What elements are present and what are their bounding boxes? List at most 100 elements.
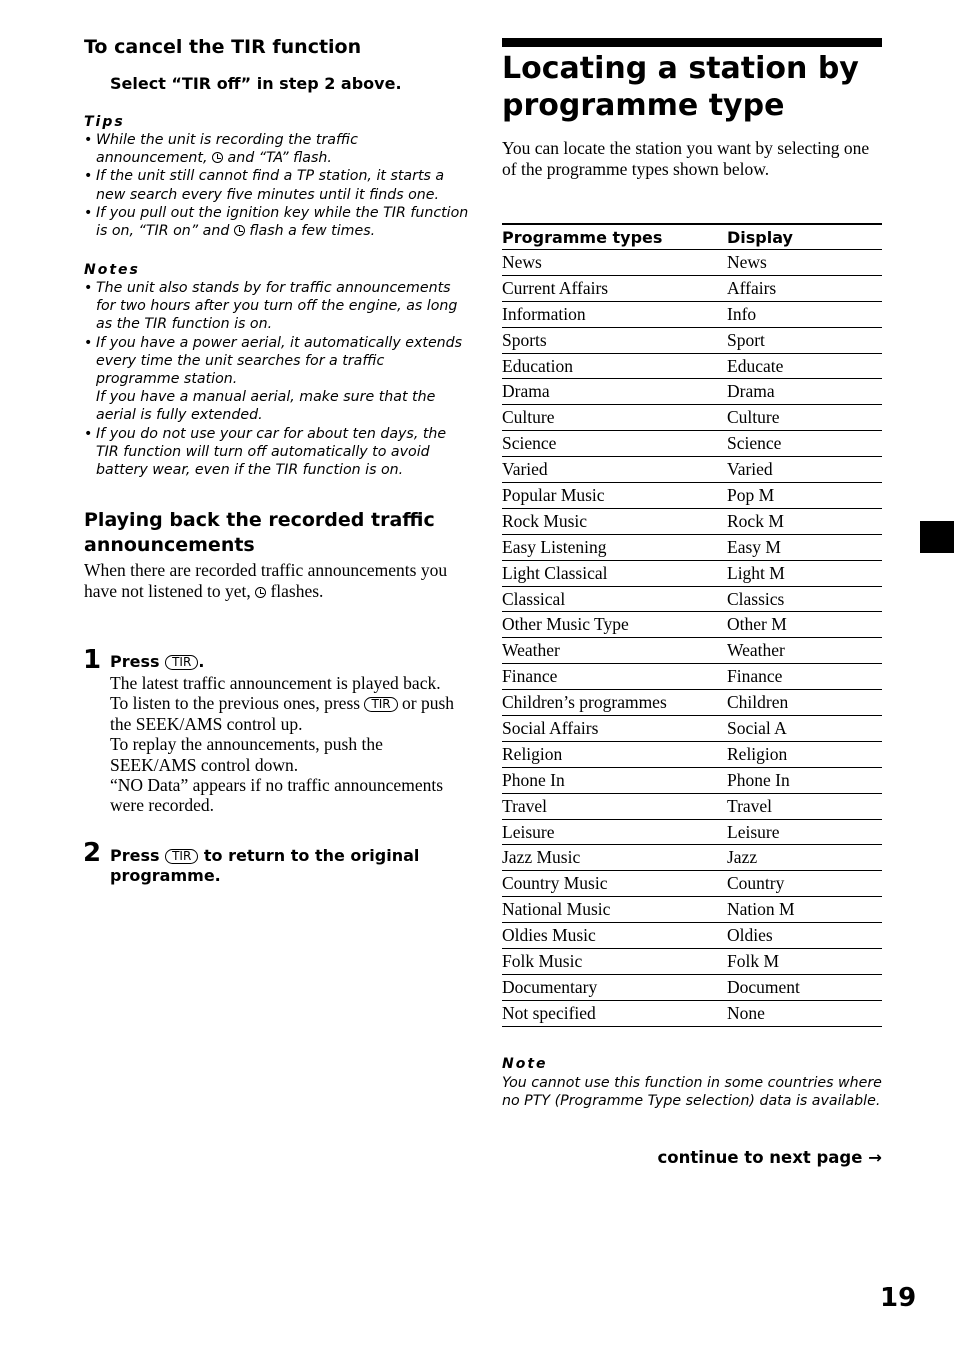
- table-row: Education Educate: [502, 353, 882, 380]
- table-row: Religion Religion: [502, 741, 882, 768]
- table-header-row: Programme types Display: [502, 224, 882, 250]
- programme-type-cell: Country Music: [502, 870, 727, 898]
- table-row: Not specified None: [502, 1000, 882, 1027]
- programme-type-cell: Weather: [502, 637, 727, 665]
- table-row: Folk Music Folk M: [502, 948, 882, 975]
- table-row: Documentary Document: [502, 974, 882, 1001]
- table-row: Drama Drama: [502, 378, 882, 406]
- display-cell: Children: [727, 689, 882, 717]
- table-row: Classical Classics: [502, 586, 882, 613]
- page-number: 19: [880, 1283, 917, 1313]
- table-row: Country Music Country: [502, 870, 882, 898]
- table-row: Phone In Phone In: [502, 767, 882, 794]
- section-title-bar: [502, 38, 882, 47]
- display-cell: Sport: [727, 327, 882, 354]
- display-cell: Science: [727, 430, 882, 458]
- column-header-display: Display: [727, 224, 882, 250]
- note-item: • If you have a power aerial, it automati…: [84, 334, 463, 424]
- display-cell: Varied: [727, 456, 882, 484]
- display-cell: Classics: [727, 586, 882, 613]
- note-item: • The unit also stands by for traffic ann…: [84, 280, 458, 333]
- table-row: Sports Sport: [502, 327, 882, 354]
- display-cell: Phone In: [727, 767, 882, 794]
- table-row: Leisure Leisure: [502, 819, 882, 846]
- step1-instruction: Press TIR.: [110, 652, 205, 671]
- tip-item: • If you pull out the ignition key while …: [84, 204, 469, 240]
- programme-type-cell: Leisure: [502, 819, 727, 846]
- display-cell: Light M: [727, 560, 882, 587]
- tips-label: Tips: [84, 114, 125, 130]
- display-cell: Finance: [727, 663, 882, 691]
- display-cell: Leisure: [727, 819, 882, 846]
- tir-button-icon: TIR: [165, 849, 199, 864]
- table-row: Jazz Music Jazz: [502, 844, 882, 872]
- cancel-tir-heading: To cancel the TIR function: [84, 36, 362, 58]
- column-header-programme-types: Programme types: [502, 224, 727, 250]
- display-cell: Educate: [727, 353, 882, 380]
- clock-icon: [233, 225, 245, 237]
- programme-type-cell: Varied: [502, 456, 727, 484]
- table-row: Popular Music Pop M: [502, 482, 882, 509]
- notes-list: • The unit also stands by for traffic ann…: [84, 279, 469, 479]
- note-label: Note: [502, 1056, 548, 1072]
- programme-type-cell: Documentary: [502, 974, 727, 1001]
- page-title: Locating a station by programme type: [502, 51, 859, 123]
- programme-type-cell: Drama: [502, 378, 727, 406]
- table-row: Finance Finance: [502, 663, 882, 691]
- tir-button-icon: TIR: [364, 697, 398, 713]
- display-cell: Info: [727, 301, 882, 328]
- tip-item: • While the unit is recording the traffic…: [84, 132, 358, 167]
- notes-label: Notes: [84, 262, 140, 278]
- step-number: 2: [83, 838, 102, 868]
- programme-type-cell: Children’s programmes: [502, 689, 727, 717]
- display-cell: Other M: [727, 611, 882, 639]
- programme-type-cell: Culture: [502, 404, 727, 432]
- programme-type-cell: Other Music Type: [502, 611, 727, 639]
- table-row: Science Science: [502, 430, 882, 458]
- table-row: Current Affairs Affairs: [502, 275, 882, 302]
- display-cell: Affairs: [727, 275, 882, 302]
- programme-type-cell: Oldies Music: [502, 922, 727, 950]
- display-cell: Jazz: [727, 844, 882, 872]
- display-cell: Nation M: [727, 896, 882, 924]
- programme-type-cell: Not specified: [502, 1000, 727, 1027]
- programme-type-cell: Religion: [502, 741, 727, 768]
- display-cell: Folk M: [727, 948, 882, 975]
- step2-instruction: Press TIR to return to the original prog…: [110, 846, 420, 885]
- programme-type-cell: Sports: [502, 327, 727, 354]
- display-cell: Religion: [727, 741, 882, 768]
- display-cell: Travel: [727, 793, 882, 820]
- programme-type-cell: Finance: [502, 663, 727, 691]
- display-cell: Social A: [727, 715, 882, 742]
- display-cell: Pop M: [727, 482, 882, 509]
- table-row: Easy Listening Easy M: [502, 534, 882, 561]
- table-row: Culture Culture: [502, 404, 882, 432]
- display-cell: Document: [727, 974, 882, 1001]
- table-row: Light Classical Light M: [502, 560, 882, 587]
- playback-heading: Playing back the recorded traffic announ…: [84, 509, 435, 556]
- table-row: Information Info: [502, 301, 882, 328]
- programme-types-table: Programme types Display News News Current …: [502, 223, 882, 1027]
- programme-type-cell: Travel: [502, 793, 727, 820]
- display-cell: Rock M: [727, 508, 882, 535]
- table-row: Varied Varied: [502, 456, 882, 484]
- programme-type-cell: Easy Listening: [502, 534, 727, 561]
- table-row: Oldies Music Oldies: [502, 922, 882, 950]
- programme-type-cell: Science: [502, 430, 727, 458]
- display-cell: Oldies: [727, 922, 882, 950]
- programme-type-cell: Light Classical: [502, 560, 727, 587]
- programme-type-cell: Information: [502, 301, 727, 328]
- tip-item: • If the unit still cannot find a TP stat…: [84, 168, 445, 203]
- tips-list: • While the unit is recording the traffic…: [84, 131, 469, 240]
- table-row: National Music Nation M: [502, 896, 882, 924]
- step1-description: The latest traffic announcement is playe…: [110, 673, 455, 816]
- step-number: 1: [83, 645, 102, 675]
- programme-type-cell: Classical: [502, 586, 727, 613]
- programme-type-cell: Folk Music: [502, 948, 727, 975]
- display-cell: Culture: [727, 404, 882, 432]
- table-row: Weather Weather: [502, 637, 882, 665]
- table-row: Rock Music Rock M: [502, 508, 882, 535]
- display-cell: None: [727, 1000, 882, 1027]
- table-row: Other Music Type Other M: [502, 611, 882, 639]
- table-row: Travel Travel: [502, 793, 882, 820]
